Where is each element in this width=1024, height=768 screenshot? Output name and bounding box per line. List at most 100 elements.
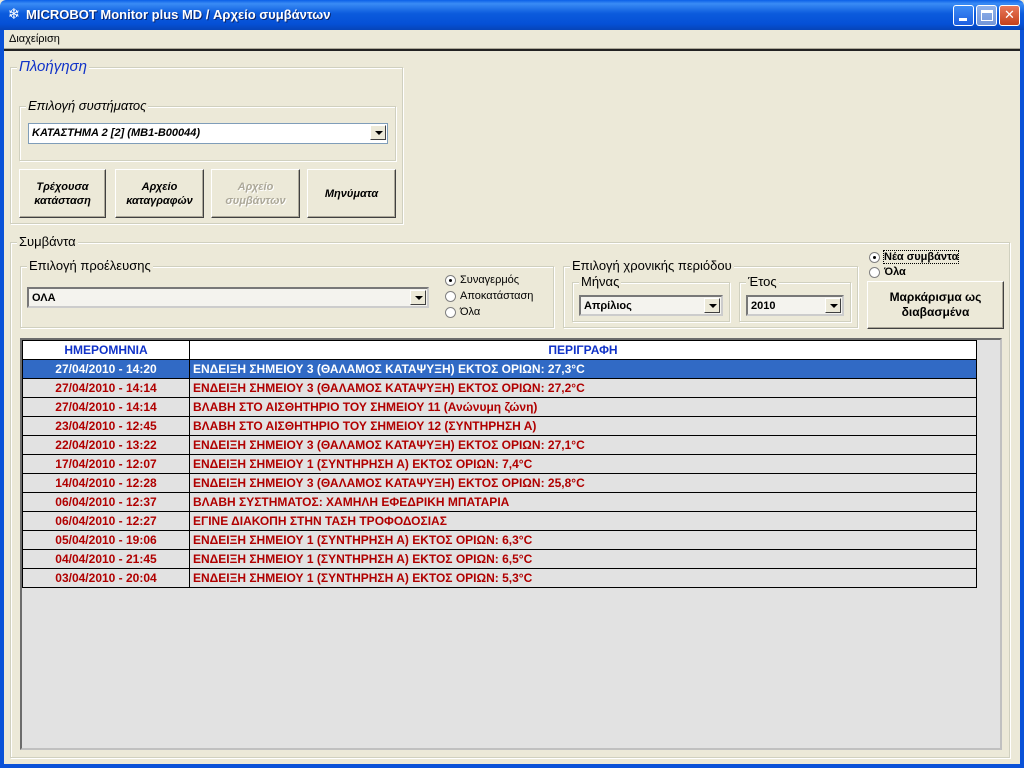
cell-date[interactable]: 04/04/2010 - 21:45 [22, 549, 190, 569]
cell-description[interactable]: ΒΛΑΒΗ ΣΤΟ ΑΙΣΘΗΤΗΡΙΟ ΤΟΥ ΣΗΜΕΙΟΥ 11 (Ανώ… [189, 397, 977, 417]
radio-new-events-indicator[interactable] [869, 252, 880, 263]
source-select-group: Επιλογή προέλευσης ΟΛΑ Συναγερμός Αποκατ… [20, 258, 554, 328]
cell-date[interactable]: 05/04/2010 - 19:06 [22, 530, 190, 550]
cell-date[interactable]: 27/04/2010 - 14:14 [22, 397, 190, 417]
year-legend: Έτος [746, 274, 779, 289]
cell-description[interactable]: ΕΝΔΕΙΞΗ ΣΗΜΕΙΟΥ 1 (ΣΥΝΤΗΡΗΣΗ Α) ΕΚΤΟΣ ΟΡ… [189, 454, 977, 474]
menu-bar: Διαχείριση [4, 30, 1020, 49]
close-icon: ✕ [1004, 7, 1015, 22]
window-frame-left [0, 30, 4, 768]
year-group: Έτος 2010 [739, 274, 851, 322]
cell-description[interactable]: ΒΛΑΒΗ ΣΥΣΤΗΜΑΤΟΣ: ΧΑΜΗΛΗ ΕΦΕΔΡΙΚΗ ΜΠΑΤΑΡ… [189, 492, 977, 512]
window-frame-bottom [0, 764, 1024, 768]
events-table-body: 27/04/2010 - 14:20 ΕΝΔΕΙΞΗ ΣΗΜΕΙΟΥ 3 (ΘΑΛ… [22, 359, 977, 588]
maximize-button[interactable] [976, 5, 997, 26]
cell-date[interactable]: 27/04/2010 - 14:14 [22, 378, 190, 398]
table-row[interactable]: 05/04/2010 - 19:06 ΕΝΔΕΙΞΗ ΣΗΜΕΙΟΥ 1 (ΣΥΝ… [22, 530, 977, 550]
period-select-group: Επιλογή χρονικής περιόδου Μήνας Απρίλιος… [563, 258, 858, 328]
column-header-description[interactable]: ΠΕΡΙΓΡΑΦΗ [189, 340, 977, 360]
cell-date[interactable]: 14/04/2010 - 12:28 [22, 473, 190, 493]
table-row[interactable]: 14/04/2010 - 12:28 ΕΝΔΕΙΞΗ ΣΗΜΕΙΟΥ 3 (ΘΑΛ… [22, 473, 977, 493]
cell-date[interactable]: 06/04/2010 - 12:37 [22, 492, 190, 512]
events-table: ΗΜΕΡΟΜΗΝΙΑ ΠΕΡΙΓΡΑΦΗ 27/04/2010 - 14:20 Ε… [22, 340, 977, 588]
current-status-button[interactable]: Τρέχουσα κατάσταση [19, 169, 106, 218]
snowflake-icon: ❄ [7, 6, 21, 23]
cell-description[interactable]: ΕΝΔΕΙΞΗ ΣΗΜΕΙΟΥ 1 (ΣΥΝΤΗΡΗΣΗ Α) ΕΚΤΟΣ ΟΡ… [189, 549, 977, 569]
cell-date[interactable]: 03/04/2010 - 20:04 [22, 568, 190, 588]
logs-archive-label-1: Αρχείο [141, 180, 178, 193]
navigation-group: Πλοήγηση Επιλογή συστήματος ΚΑΤΑΣΤΗΜΑ 2 … [10, 58, 403, 224]
cell-description[interactable]: ΕΝΔΕΙΞΗ ΣΗΜΕΙΟΥ 1 (ΣΥΝΤΗΡΗΣΗ Α) ΕΚΤΟΣ ΟΡ… [189, 530, 977, 550]
cell-date[interactable]: 23/04/2010 - 12:45 [22, 416, 190, 436]
mark-as-read-label-2: διαβασμένα [901, 305, 970, 319]
cell-description[interactable]: ΕΝΔΕΙΞΗ ΣΗΜΕΙΟΥ 3 (ΘΑΛΑΜΟΣ ΚΑΤΑΨΥΞΗ) ΕΚΤ… [189, 473, 977, 493]
window-title: MICROBOT Monitor plus MD / Αρχείο συμβάν… [26, 7, 331, 22]
events-archive-button: Αρχείο συμβάντων [211, 169, 300, 218]
table-row[interactable]: 03/04/2010 - 20:04 ΕΝΔΕΙΞΗ ΣΗΜΕΙΟΥ 1 (ΣΥΝ… [22, 568, 977, 588]
current-status-label-1: Τρέχουσα [36, 180, 89, 193]
table-row[interactable]: 17/04/2010 - 12:07 ΕΝΔΕΙΞΗ ΣΗΜΕΙΟΥ 1 (ΣΥΝ… [22, 454, 977, 474]
radio-alarm-indicator[interactable] [445, 275, 456, 286]
window-frame-right [1020, 30, 1024, 768]
table-row[interactable]: 06/04/2010 - 12:37 ΒΛΑΒΗ ΣΥΣΤΗΜΑΤΟΣ: ΧΑΜΗ… [22, 492, 977, 512]
month-group: Μήνας Απρίλιος [572, 274, 730, 322]
cell-description[interactable]: ΒΛΑΒΗ ΣΤΟ ΑΙΣΘΗΤΗΡΙΟ ΤΟΥ ΣΗΜΕΙΟΥ 12 (ΣΥΝ… [189, 416, 977, 436]
table-header-row: ΗΜΕΡΟΜΗΝΙΑ ΠΕΡΙΓΡΑΦΗ [22, 340, 977, 360]
radio-all-sources-indicator[interactable] [445, 307, 456, 318]
events-archive-label-2: συμβάντων [225, 194, 286, 207]
cell-date[interactable]: 22/04/2010 - 13:22 [22, 435, 190, 455]
table-row[interactable]: 22/04/2010 - 13:22 ΕΝΔΕΙΞΗ ΣΗΜΕΙΟΥ 3 (ΘΑΛ… [22, 435, 977, 455]
menu-item-management[interactable]: Διαχείριση [9, 33, 60, 45]
navigation-legend: Πλοήγηση [17, 58, 89, 75]
minimize-icon [959, 18, 967, 21]
mark-as-read-button[interactable]: Μαρκάρισμα ως διαβασμένα [867, 281, 1004, 329]
table-row[interactable]: 27/04/2010 - 14:20 ΕΝΔΕΙΞΗ ΣΗΜΕΙΟΥ 3 (ΘΑΛ… [22, 359, 977, 379]
cell-description[interactable]: ΕΝΔΕΙΞΗ ΣΗΜΕΙΟΥ 3 (ΘΑΛΑΜΟΣ ΚΑΤΑΨΥΞΗ) ΕΚΤ… [189, 359, 977, 379]
table-row[interactable]: 27/04/2010 - 14:14 ΒΛΑΒΗ ΣΤΟ ΑΙΣΘΗΤΗΡΙΟ Τ… [22, 397, 977, 417]
table-row[interactable]: 23/04/2010 - 12:45 ΒΛΑΒΗ ΣΤΟ ΑΙΣΘΗΤΗΡΙΟ Τ… [22, 416, 977, 436]
menu-separator [4, 49, 1020, 51]
cell-date[interactable]: 27/04/2010 - 14:20 [22, 359, 190, 379]
events-legend: Συμβάντα [17, 234, 78, 249]
logs-archive-button[interactable]: Αρχείο καταγραφών [115, 169, 204, 218]
year-select-value: 2010 [751, 300, 776, 312]
radio-all-events-indicator[interactable] [869, 267, 880, 278]
cell-date[interactable]: 17/04/2010 - 12:07 [22, 454, 190, 474]
events-archive-label-1: Αρχείο [237, 180, 274, 193]
month-select-value: Απρίλιος [584, 300, 632, 312]
chevron-down-icon[interactable] [704, 298, 720, 313]
month-select[interactable]: Απρίλιος [579, 295, 723, 316]
month-legend: Μήνας [579, 274, 622, 289]
source-select-legend: Επιλογή προέλευσης [27, 258, 153, 273]
radio-restore-indicator[interactable] [445, 291, 456, 302]
cell-date[interactable]: 06/04/2010 - 12:27 [22, 511, 190, 531]
table-row[interactable]: 27/04/2010 - 14:14 ΕΝΔΕΙΞΗ ΣΗΜΕΙΟΥ 3 (ΘΑΛ… [22, 378, 977, 398]
current-status-label-2: κατάσταση [34, 194, 91, 207]
column-header-date[interactable]: ΗΜΕΡΟΜΗΝΙΑ [22, 340, 190, 360]
minimize-button[interactable] [953, 5, 974, 26]
chevron-down-icon[interactable] [825, 298, 841, 313]
close-button[interactable]: ✕ [999, 5, 1020, 26]
table-row[interactable]: 06/04/2010 - 12:27 ΕΓΙΝΕ ΔΙΑΚΟΠΗ ΣΤΗΝ ΤΑΣ… [22, 511, 977, 531]
cell-description[interactable]: ΕΓΙΝΕ ΔΙΑΚΟΠΗ ΣΤΗΝ ΤΑΣΗ ΤΡΟΦΟΔΟΣΙΑΣ [189, 511, 977, 531]
events-table-container[interactable]: ΗΜΕΡΟΜΗΝΙΑ ΠΕΡΙΓΡΑΦΗ 27/04/2010 - 14:20 Ε… [20, 338, 1002, 750]
chevron-down-icon[interactable] [410, 290, 426, 305]
chevron-down-icon[interactable] [370, 125, 386, 140]
year-select[interactable]: 2010 [746, 295, 844, 316]
system-select[interactable]: ΚΑΤΑΣΤΗΜΑ 2 [2] (MB1-B00044) [28, 123, 388, 144]
system-select-value: ΚΑΤΑΣΤΗΜΑ 2 [2] (MB1-B00044) [32, 127, 201, 139]
radio-all-events-label: Όλα [884, 266, 906, 278]
table-row[interactable]: 04/04/2010 - 21:45 ΕΝΔΕΙΞΗ ΣΗΜΕΙΟΥ 1 (ΣΥΝ… [22, 549, 977, 569]
system-select-legend: Επιλογή συστήματος [26, 98, 149, 113]
cell-description[interactable]: ΕΝΔΕΙΞΗ ΣΗΜΕΙΟΥ 3 (ΘΑΛΑΜΟΣ ΚΑΤΑΨΥΞΗ) ΕΚΤ… [189, 435, 977, 455]
title-bar[interactable]: ❄ MICROBOT Monitor plus MD / Αρχείο συμβ… [0, 0, 1024, 30]
cell-description[interactable]: ΕΝΔΕΙΞΗ ΣΗΜΕΙΟΥ 1 (ΣΥΝΤΗΡΗΣΗ Α) ΕΚΤΟΣ ΟΡ… [189, 568, 977, 588]
radio-all-sources-label: Όλα [460, 306, 481, 318]
messages-button[interactable]: Μηνύματα [307, 169, 396, 218]
mark-as-read-label-1: Μαρκάρισμα ως [889, 290, 982, 304]
source-select[interactable]: ΟΛΑ [27, 287, 429, 308]
maximize-icon [981, 10, 993, 21]
cell-description[interactable]: ΕΝΔΕΙΞΗ ΣΗΜΕΙΟΥ 3 (ΘΑΛΑΜΟΣ ΚΑΤΑΨΥΞΗ) ΕΚΤ… [189, 378, 977, 398]
system-select-group: Επιλογή συστήματος ΚΑΤΑΣΤΗΜΑ 2 [2] (MB1-… [19, 98, 396, 161]
radio-new-events-label: Νέα συμβάντα [882, 250, 960, 264]
